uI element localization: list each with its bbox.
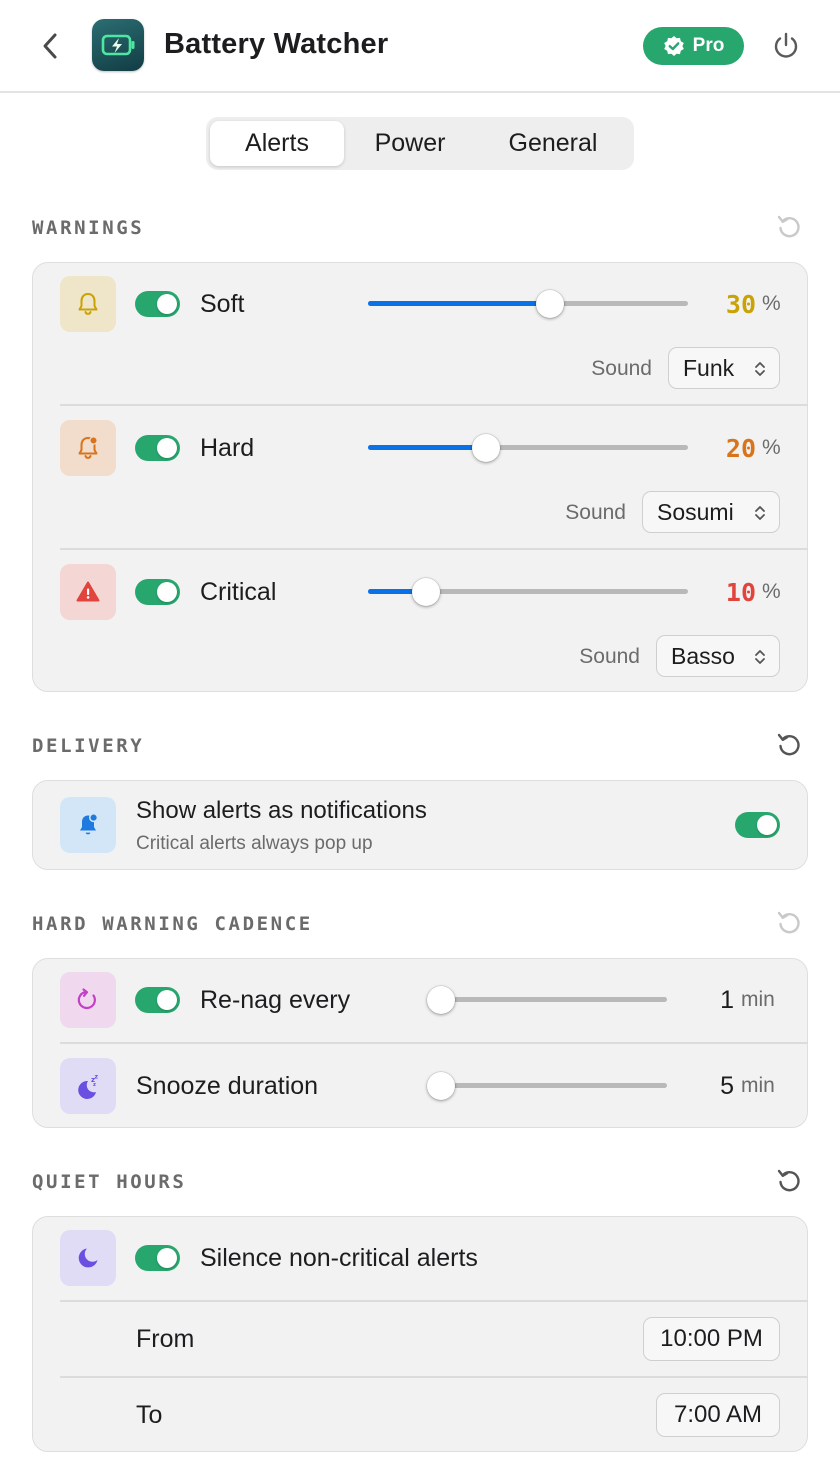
critical-sound-label: Sound: [579, 645, 640, 668]
quiet-hours-toggle[interactable]: [135, 1245, 180, 1271]
back-chevron-icon[interactable]: [38, 28, 64, 64]
repeat-arrow-icon: [77, 988, 96, 1009]
to-label: To: [136, 1401, 163, 1429]
renag-slider[interactable]: [427, 986, 667, 1014]
section-title-warnings: WARNINGS: [32, 217, 145, 239]
bell-icon: [78, 293, 98, 315]
hard-sound-label: Sound: [565, 501, 626, 524]
hard-warning-value: 20: [725, 434, 756, 463]
battery-bolt-icon: [101, 34, 135, 56]
quiet-hours-label: Silence non-critical alerts: [200, 1244, 478, 1272]
soft-warning-slider[interactable]: [368, 290, 688, 318]
hard-warning-tile: [60, 420, 116, 476]
renag-unit: min: [741, 988, 775, 1011]
delivery-card: [32, 780, 808, 870]
soft-warning-value: 30: [725, 290, 756, 319]
slider-thumb[interactable]: [411, 578, 440, 606]
tab-alerts[interactable]: Alerts: [210, 121, 344, 166]
renag-toggle[interactable]: [135, 987, 180, 1013]
critical-warning-tile: [60, 564, 116, 620]
delivery-toggle[interactable]: [735, 812, 780, 838]
quiet-hours-tile: [60, 1230, 116, 1286]
slider-track: [441, 1083, 667, 1088]
divider: [60, 548, 808, 550]
slider-thumb[interactable]: [427, 986, 455, 1014]
bell-notification-icon: [80, 813, 99, 835]
notification-tile: [60, 797, 116, 853]
renag-value: 1: [720, 986, 734, 1014]
hard-sound-value: Sosumi: [657, 498, 734, 525]
slider-thumb[interactable]: [536, 290, 565, 318]
section-title-quiet-hours: QUIET HOURS: [32, 1171, 187, 1193]
divider: [60, 1376, 808, 1378]
snooze-label: Snooze duration: [136, 1072, 319, 1100]
soft-sound-label: Sound: [591, 357, 652, 380]
tab-bar: Alerts Power General: [206, 117, 634, 170]
hard-warning-unit: %: [762, 436, 781, 459]
divider: [60, 1042, 808, 1044]
delivery-label: Show alerts as notifications: [136, 797, 427, 824]
verified-check-icon: [663, 36, 684, 56]
svg-text:z: z: [93, 1082, 96, 1088]
critical-warning-toggle[interactable]: [135, 579, 180, 605]
section-title-delivery: DELIVERY: [32, 735, 145, 757]
renag-tile: [60, 972, 116, 1028]
hard-sound-select[interactable]: Sosumi: [642, 491, 780, 533]
updown-chevron-icon: [755, 650, 765, 664]
updown-chevron-icon: [755, 362, 765, 376]
slider-thumb[interactable]: [427, 1072, 455, 1100]
pro-badge[interactable]: Pro: [643, 27, 744, 65]
updown-chevron-icon: [755, 506, 765, 520]
critical-warning-slider[interactable]: [368, 578, 688, 606]
soft-warning-unit: %: [762, 292, 781, 315]
snooze-value: 5: [720, 1072, 734, 1100]
snooze-slider[interactable]: [427, 1072, 667, 1100]
soft-warning-tile: [60, 276, 116, 332]
section-title-cadence: HARD WARNING CADENCE: [32, 913, 313, 935]
hard-warning-label: Hard: [200, 434, 255, 462]
critical-sound-select[interactable]: Basso: [656, 635, 780, 677]
to-time-field[interactable]: 7:00 AM: [656, 1393, 780, 1437]
slider-track: [441, 997, 667, 1002]
bell-badge-icon: [78, 436, 98, 459]
app-title: Battery Watcher: [164, 28, 389, 60]
hard-warning-slider[interactable]: [368, 434, 688, 462]
tab-general[interactable]: General: [476, 121, 630, 166]
delivery-sublabel: Critical alerts always pop up: [136, 833, 373, 854]
moon-zzz-icon: z z z: [78, 1074, 99, 1099]
soft-sound-value: Funk: [683, 354, 735, 381]
svg-text:z: z: [95, 1074, 99, 1081]
divider: [60, 1300, 808, 1302]
header: Battery Watcher Pro: [0, 0, 840, 93]
divider: [60, 404, 808, 406]
renag-label: Re-nag every: [200, 986, 351, 1014]
pro-badge-label: Pro: [692, 35, 725, 56]
critical-warning-value: 10: [725, 578, 756, 607]
slider-fill: [368, 445, 487, 450]
soft-sound-select[interactable]: Funk: [668, 347, 780, 389]
warnings-card: [32, 262, 808, 692]
soft-warning-label: Soft: [200, 290, 245, 318]
tab-power[interactable]: Power: [348, 121, 472, 166]
critical-sound-value: Basso: [671, 642, 735, 669]
critical-warning-label: Critical: [200, 578, 277, 606]
reset-icon[interactable]: [776, 731, 800, 757]
slider-thumb[interactable]: [472, 434, 501, 462]
reset-icon[interactable]: [776, 213, 800, 239]
snooze-unit: min: [741, 1074, 775, 1097]
from-label: From: [136, 1325, 195, 1353]
warning-triangle-icon: [76, 581, 100, 602]
moon-icon: [78, 1248, 98, 1268]
from-time-field[interactable]: 10:00 PM: [643, 1317, 780, 1361]
power-icon[interactable]: [771, 31, 801, 61]
soft-warning-toggle[interactable]: [135, 291, 180, 317]
slider-fill: [368, 301, 551, 306]
app-icon: [92, 19, 144, 71]
reset-icon[interactable]: [776, 1167, 800, 1193]
reset-icon[interactable]: [776, 909, 800, 935]
snooze-tile: z z z: [60, 1058, 116, 1114]
hard-warning-toggle[interactable]: [135, 435, 180, 461]
critical-warning-unit: %: [762, 580, 781, 603]
